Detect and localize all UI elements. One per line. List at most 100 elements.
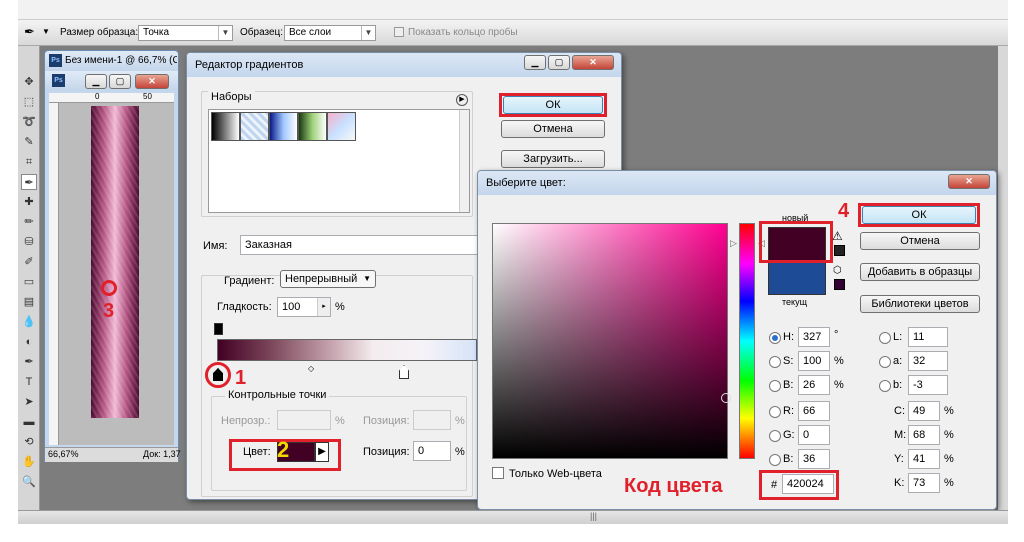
brightness-radio[interactable] [769, 380, 781, 392]
hue-slider[interactable] [739, 223, 755, 459]
color-position-label: Позиция: [363, 446, 410, 458]
preset-green[interactable] [298, 112, 327, 141]
sample-select[interactable]: Все слои ▼ [284, 25, 376, 41]
hex-hash: # [771, 479, 778, 491]
sample-size-select[interactable]: Точка ▼ [138, 25, 233, 41]
magenta-input[interactable]: 68 [908, 425, 940, 445]
saturation-input[interactable]: 100 [798, 351, 830, 371]
dodge-tool-icon[interactable]: ◐ [21, 334, 37, 350]
color-menu-arrow-icon[interactable]: ▶ [315, 442, 329, 462]
blue-radio[interactable] [769, 454, 781, 466]
type-tool-icon[interactable]: T [21, 374, 37, 390]
zoom-level[interactable]: 66,67% [48, 449, 79, 459]
color-picker-dialog: Выберите цвет: ✕ ▷ ◁ новый текущ ⚠ ⬡ 4 О… [477, 170, 997, 510]
healing-tool-icon[interactable]: ✚ [21, 194, 37, 210]
eyedropper-tool-icon[interactable]: ✒ [21, 174, 37, 190]
web-color-swatch[interactable] [834, 279, 845, 290]
blue-input[interactable]: 36 [798, 449, 830, 469]
zoom-tool-icon[interactable]: 🔍 [21, 474, 37, 490]
gradient-type-select[interactable]: Непрерывный ▼ [280, 270, 376, 288]
color-position-input[interactable]: 0 [413, 441, 451, 461]
brush-tool-icon[interactable]: ✏ [21, 214, 37, 230]
green-input[interactable]: 0 [798, 425, 830, 445]
color-field[interactable] [492, 223, 728, 459]
saturation-radio[interactable] [769, 356, 781, 368]
cancel-button[interactable]: Отмена [501, 120, 605, 138]
hue-radio[interactable] [769, 332, 781, 344]
crop-tool-icon[interactable]: ⌗ [21, 154, 37, 170]
black-input[interactable]: 73 [908, 473, 940, 493]
brightness-input[interactable]: 26 [798, 375, 830, 395]
canvas-area[interactable] [59, 103, 174, 445]
hue-slider-left-arrow-icon[interactable]: ▷ [730, 238, 737, 249]
3d-tool-icon[interactable]: ⟲ [21, 434, 37, 450]
ok-button[interactable]: ОК [503, 96, 603, 114]
lab-l-input[interactable]: 11 [908, 327, 948, 347]
minimize-icon[interactable]: ▁ [85, 74, 107, 89]
hex-input[interactable]: 420024 [782, 474, 834, 494]
pen-tool-icon[interactable]: ✒ [21, 354, 37, 370]
move-tool-icon[interactable]: ✥ [21, 74, 37, 90]
red-input[interactable]: 66 [798, 401, 830, 421]
tools-panel: ✥ ⬚ ➰ ✎ ⌗ ✒ ✚ ✏ ⛁ ✐ ▭ ▤ 💧 ◐ ✒ T ➤ ▬ ⟲ ✋ … [18, 46, 40, 510]
annotation-step-4: 4 [838, 200, 850, 222]
presets-scrollbar[interactable] [459, 110, 469, 212]
picker-ok-button[interactable]: ОК [862, 206, 976, 224]
smoothness-input[interactable]: 100 ▸ [277, 297, 331, 317]
path-select-tool-icon[interactable]: ➤ [21, 394, 37, 410]
quick-select-tool-icon[interactable]: ✎ [21, 134, 37, 150]
picker-cancel-button[interactable]: Отмена [860, 232, 980, 250]
stepper-arrow-icon[interactable]: ▸ [317, 298, 330, 316]
minimize-icon[interactable]: ▁ [524, 55, 546, 70]
load-button[interactable]: Загрузить... [501, 150, 605, 168]
blue-label: B: [783, 453, 794, 465]
web-safe-cube-icon[interactable]: ⬡ [833, 265, 842, 276]
blur-tool-icon[interactable]: 💧 [21, 314, 37, 330]
tool-preset-arrow-icon[interactable]: ▼ [42, 27, 50, 36]
name-input[interactable]: Заказная [240, 235, 480, 255]
marquee-tool-icon[interactable]: ⬚ [21, 94, 37, 110]
preset-black-white[interactable] [211, 112, 240, 141]
web-colors-checkbox[interactable] [492, 467, 504, 479]
hue-input[interactable]: 327 [798, 327, 830, 347]
hand-tool-icon[interactable]: ✋ [21, 454, 37, 470]
close-icon[interactable]: ✕ [135, 74, 169, 89]
close-icon[interactable]: ✕ [948, 174, 990, 189]
clone-stamp-tool-icon[interactable]: ⛁ [21, 234, 37, 250]
gamut-warning-icon[interactable]: ⚠ [832, 229, 843, 243]
shape-tool-icon[interactable]: ▬ [21, 414, 37, 430]
red-radio[interactable] [769, 406, 781, 418]
grip-icon[interactable]: ||| [590, 511, 597, 521]
yellow-input[interactable]: 41 [908, 449, 940, 469]
preset-transparent-blue[interactable] [240, 112, 269, 141]
gradient-tool-icon[interactable]: ▤ [21, 294, 37, 310]
history-brush-tool-icon[interactable]: ✐ [21, 254, 37, 270]
presets-menu-icon[interactable]: ▶ [456, 94, 468, 106]
preset-pastel[interactable] [327, 112, 356, 141]
maximize-icon[interactable]: ▢ [548, 55, 570, 70]
eraser-tool-icon[interactable]: ▭ [21, 274, 37, 290]
lab-l-radio[interactable] [879, 332, 891, 344]
document-tab-title[interactable]: Без имени-1 @ 66,7% (Сл [65, 55, 177, 66]
opacity-stop-marker[interactable] [214, 323, 223, 335]
cyan-input[interactable]: 49 [908, 401, 940, 421]
gradient-bar[interactable] [217, 339, 477, 361]
lasso-tool-icon[interactable]: ➰ [21, 114, 37, 130]
add-to-swatches-button[interactable]: Добавить в образцы [860, 263, 980, 281]
smoothness-percent: % [335, 301, 345, 313]
green-radio[interactable] [769, 430, 781, 442]
close-icon[interactable]: ✕ [572, 55, 614, 70]
preset-blue[interactable] [269, 112, 298, 141]
eyedropper-icon[interactable]: ✒ [24, 24, 35, 40]
lab-b-radio[interactable] [879, 380, 891, 392]
lab-a-radio[interactable] [879, 356, 891, 368]
lab-a-input[interactable]: 32 [908, 351, 948, 371]
current-color-swatch[interactable] [768, 261, 826, 295]
gamut-color-swatch[interactable] [834, 245, 845, 256]
midpoint-diamond-icon[interactable]: ◇ [308, 364, 314, 373]
maximize-icon[interactable]: ▢ [109, 74, 131, 89]
show-ring-checkbox[interactable] [394, 27, 404, 37]
color-libraries-button[interactable]: Библиотеки цветов [860, 295, 980, 313]
lab-b-input[interactable]: -3 [908, 375, 948, 395]
color-field-cursor[interactable] [721, 393, 731, 403]
